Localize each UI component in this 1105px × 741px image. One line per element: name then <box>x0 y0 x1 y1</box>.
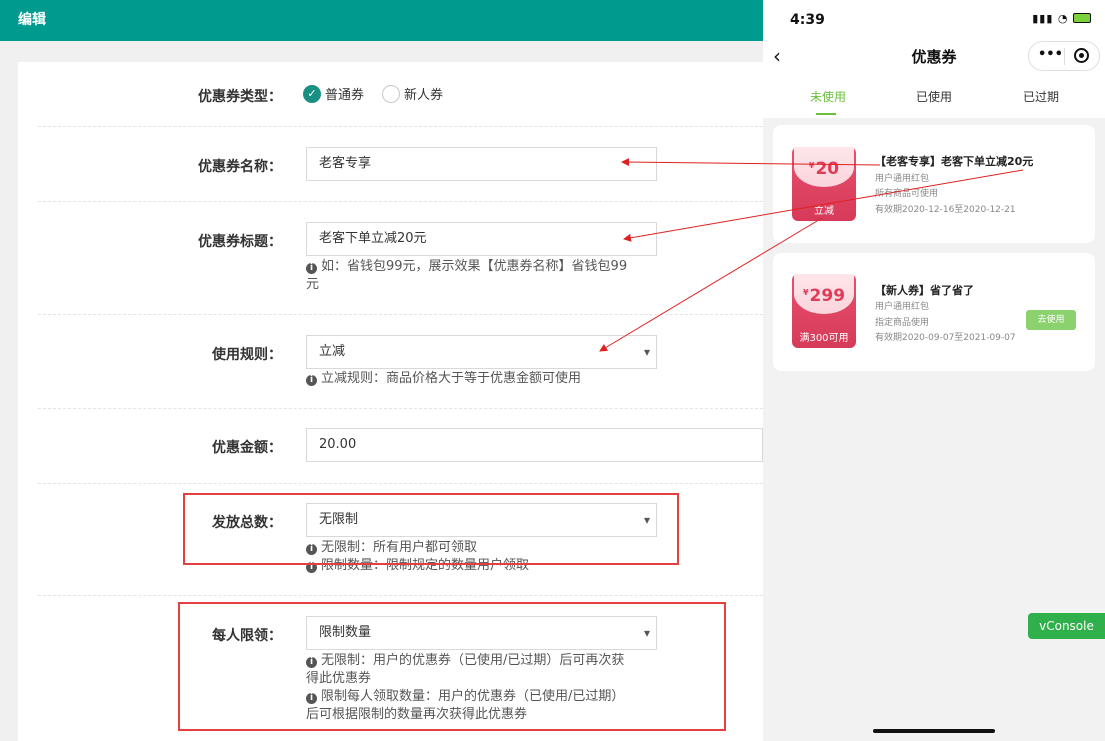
radio-normal-label: 普通券 <box>325 88 365 103</box>
coupon-desc: 指定商品使用 <box>875 318 930 328</box>
coupon-desc: 用户通用红包 <box>875 302 930 312</box>
battery-icon <box>1073 13 1091 23</box>
coupon-title-hint: i 如：省钱包99元，展示效果【优惠券名称】省钱包99 元 <box>306 259 628 292</box>
info-icon: i <box>306 263 317 274</box>
admin-header: 编辑 <box>0 0 763 41</box>
radio-empty-icon <box>382 84 400 103</box>
divider <box>38 595 763 596</box>
coupon-badge: 立减 <box>814 206 834 217</box>
radio-new-user-label: 新人券 <box>404 88 444 103</box>
coupon-name-label: 优惠券名称： <box>198 159 282 175</box>
check-icon: ✓ <box>303 84 321 103</box>
coupon-title-label: 优惠券标题： <box>198 234 282 250</box>
coupon-title-input[interactable]: 老客下单立减20元 <box>306 222 657 256</box>
coupon-validity: 有效期2020-09-07至2021-09-07 <box>875 333 1016 343</box>
wifi-icon: ◔ <box>1057 12 1069 25</box>
divider <box>38 483 763 484</box>
coupon-desc: 用户通用红包 <box>875 174 930 184</box>
phone-header: 4:39 ▮▮▮ ◔ ‹ 优惠券 ••• 未使用 已使用 已过期 <box>763 0 1105 118</box>
coupon-name-input[interactable]: 老客专享 <box>306 147 657 181</box>
coupon-ticket: ¥299 满300可用 <box>792 274 856 348</box>
status-icons: ▮▮▮ ◔ <box>1032 12 1091 25</box>
divider <box>38 201 763 202</box>
amount-label: 优惠金额： <box>212 440 282 456</box>
usage-rule-label: 使用规则： <box>212 347 282 363</box>
divider <box>38 408 763 409</box>
radio-normal-coupon[interactable]: ✓ 普通券 <box>303 84 364 103</box>
info-icon: i <box>306 375 317 386</box>
coupon-amount: ¥20 <box>808 159 840 179</box>
coupon-card[interactable]: ¥299 满300可用 【新人券】省了省了 用户通用红包 指定商品使用 有效期2… <box>773 253 1095 371</box>
highlight-box-total-issue <box>183 493 679 565</box>
coupon-ticket: ¥20 立减 <box>792 147 856 221</box>
close-target-icon[interactable] <box>1074 48 1089 63</box>
tab-expired[interactable]: 已过期 <box>1023 88 1059 105</box>
tab-unused[interactable]: 未使用 <box>810 88 846 105</box>
coupon-amount: ¥299 <box>802 286 846 306</box>
mini-program-capsule: ••• <box>1028 41 1100 71</box>
divider <box>38 126 763 127</box>
usage-rule-hint: i 立减规则：商品价格大于等于优惠金额可使用 <box>306 370 581 388</box>
coupon-desc: 所有商品可使用 <box>875 189 939 199</box>
radio-new-user-coupon[interactable]: 新人券 <box>382 84 443 103</box>
usage-rule-select[interactable]: 立减 <box>306 335 657 369</box>
coupon-card[interactable]: ¥20 立减 【老客专享】老客下单立减20元 用户通用红包 所有商品可使用 有效… <box>773 125 1095 243</box>
coupon-type-label: 优惠券类型： <box>198 89 282 105</box>
highlight-box-per-person <box>178 602 726 731</box>
page-title: 编辑 <box>18 12 46 28</box>
tab-used[interactable]: 已使用 <box>916 88 952 105</box>
coupon-title: 【新人券】省了省了 <box>875 284 974 297</box>
coupon-badge: 满300可用 <box>799 333 849 344</box>
home-indicator <box>873 729 995 733</box>
coupon-title: 【老客专享】老客下单立减20元 <box>875 155 1034 168</box>
tab-active-indicator <box>816 113 836 115</box>
capsule-divider <box>1064 48 1065 65</box>
status-time: 4:39 <box>790 12 825 28</box>
vconsole-button[interactable]: vConsole <box>1028 613 1105 639</box>
divider <box>38 314 763 315</box>
amount-input[interactable]: 20.00 <box>306 428 763 462</box>
coupon-validity: 有效期2020-12-16至2020-12-21 <box>875 205 1016 215</box>
more-icon[interactable]: ••• <box>1038 47 1063 62</box>
use-coupon-button[interactable]: 去使用 <box>1026 310 1076 330</box>
signal-icon: ▮▮▮ <box>1032 12 1054 25</box>
